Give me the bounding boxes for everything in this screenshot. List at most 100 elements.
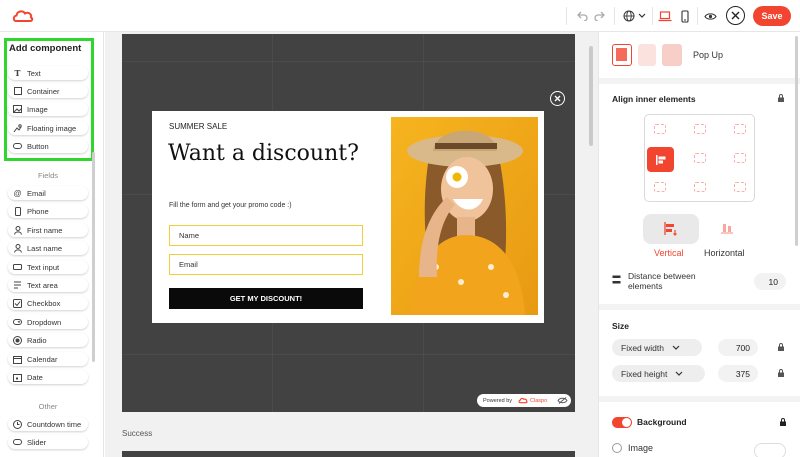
direction-vertical-button[interactable]	[643, 214, 699, 244]
field-text-input[interactable]: Text input	[8, 260, 88, 274]
component-text[interactable]: T Text	[8, 66, 88, 80]
field-calendar[interactable]: Calendar	[8, 352, 88, 366]
grid-line	[122, 354, 575, 355]
undo-icon	[577, 11, 588, 21]
eye-off-icon[interactable]	[557, 397, 568, 404]
popup-card[interactable]: SUMMER SALE Want a discount? Fill the fo…	[152, 111, 544, 323]
width-input[interactable]: 700	[718, 339, 758, 356]
claspo-logo-icon	[518, 397, 528, 404]
popup-stage: SUMMER SALE Want a discount? Fill the fo…	[122, 34, 575, 412]
field-radio[interactable]: Radio	[8, 333, 88, 347]
floating-image-icon	[13, 123, 22, 133]
mobile-icon	[681, 9, 689, 23]
layout-thumb-fill	[616, 48, 627, 61]
direction-horizontal-button[interactable]	[699, 214, 755, 244]
layout-thumb-fullscreen[interactable]	[662, 44, 682, 66]
eye-icon	[703, 12, 717, 20]
align-bottom-left[interactable]	[654, 182, 666, 192]
toolbar-divider	[614, 7, 615, 25]
field-checkbox[interactable]: Checkbox	[8, 296, 88, 310]
field-label: Dropdown	[27, 317, 62, 327]
language-selector[interactable]	[621, 7, 647, 25]
save-button[interactable]: Save	[753, 6, 791, 26]
distance-input[interactable]: 10	[754, 273, 786, 290]
popup-close-button[interactable]	[550, 91, 565, 106]
popup-cta-button[interactable]: GET MY DISCOUNT!	[169, 288, 363, 309]
distance-label: Distance between elements	[628, 271, 696, 291]
height-mode-value: Fixed height	[621, 368, 668, 379]
preview-button[interactable]	[702, 7, 718, 25]
distance-icon	[612, 275, 621, 284]
component-image[interactable]: Image	[8, 102, 88, 116]
align-middle-right[interactable]	[734, 153, 746, 163]
background-image-label: Image	[628, 443, 654, 453]
align-top-right[interactable]	[734, 124, 746, 134]
popup-email-field[interactable]: Email	[169, 254, 363, 275]
text-area-icon	[13, 281, 22, 290]
lock-icon[interactable]	[777, 94, 785, 102]
component-label: Floating image	[27, 123, 77, 133]
slider-icon	[13, 438, 22, 447]
component-slider[interactable]: Slider	[8, 435, 88, 449]
component-floating-image[interactable]: Floating image	[8, 121, 88, 135]
align-middle-center[interactable]	[694, 153, 706, 163]
add-component-title: Add component	[9, 43, 82, 54]
field-phone[interactable]: Phone	[8, 204, 88, 218]
popup-eyebrow[interactable]: SUMMER SALE	[169, 122, 227, 131]
claspo-logo-icon[interactable]	[12, 8, 34, 24]
at-icon: @	[13, 188, 22, 198]
powered-by-badge[interactable]: Powered by Claspo	[477, 394, 571, 407]
popup-name-field[interactable]: Name	[169, 225, 363, 246]
image-icon	[13, 105, 22, 114]
panel-divider	[599, 304, 800, 310]
phone-icon	[13, 206, 22, 216]
component-button[interactable]: Button	[8, 139, 88, 153]
other-section-title: Other	[38, 402, 58, 411]
align-bottom-right[interactable]	[734, 182, 746, 192]
field-date[interactable]: Date	[8, 370, 88, 384]
field-email[interactable]: @ Email	[8, 186, 88, 200]
popup-headline[interactable]: Want a discount?	[168, 140, 368, 167]
component-countdown-timer[interactable]: Countdown time	[8, 417, 88, 431]
lock-icon[interactable]	[777, 343, 785, 351]
canvas-scrollbar[interactable]	[589, 46, 593, 146]
component-container[interactable]: Container	[8, 84, 88, 98]
alignment-grid[interactable]	[644, 114, 755, 202]
layout-thumb-floating[interactable]	[638, 44, 656, 66]
close-icon	[731, 11, 740, 20]
grid-line	[122, 61, 575, 62]
background-image-picker[interactable]	[754, 443, 786, 457]
horizontal-label: Horizontal	[704, 248, 745, 258]
toolbar-divider	[652, 7, 653, 25]
field-dropdown[interactable]: Dropdown	[8, 315, 88, 329]
mobile-view-button[interactable]	[678, 7, 692, 25]
field-last-name[interactable]: Last name	[8, 241, 88, 255]
align-bottom-center[interactable]	[694, 182, 706, 192]
desktop-view-button[interactable]	[657, 7, 673, 25]
sidebar-scrollbar[interactable]	[92, 152, 95, 362]
popup-description[interactable]: Fill the form and get your promo code :)	[169, 202, 292, 209]
height-mode-select[interactable]: Fixed height	[612, 365, 705, 382]
success-state-label[interactable]: Success	[122, 429, 152, 438]
field-first-name[interactable]: First name	[8, 223, 88, 237]
lock-icon[interactable]	[777, 369, 785, 377]
field-label: Radio	[27, 335, 47, 345]
align-top-center[interactable]	[694, 124, 706, 134]
layout-thumb-popup[interactable]	[612, 44, 632, 66]
background-image-radio[interactable]	[612, 443, 622, 453]
component-label: Container	[27, 86, 60, 96]
field-text-area[interactable]: Text area	[8, 278, 88, 292]
lock-icon[interactable]	[779, 418, 787, 426]
popup-image[interactable]	[391, 117, 538, 315]
undo-button[interactable]	[575, 7, 589, 25]
align-top-left[interactable]	[654, 124, 666, 134]
height-input[interactable]: 375	[718, 365, 758, 382]
width-mode-select[interactable]: Fixed width	[612, 339, 702, 356]
close-editor-button[interactable]	[726, 6, 745, 25]
align-middle-left-selected[interactable]	[647, 147, 674, 172]
redo-button[interactable]	[593, 7, 607, 25]
vertical-label: Vertical	[654, 248, 684, 258]
panel-scrollbar[interactable]	[795, 36, 798, 246]
background-toggle[interactable]	[612, 417, 632, 428]
field-label: Email	[27, 188, 46, 198]
